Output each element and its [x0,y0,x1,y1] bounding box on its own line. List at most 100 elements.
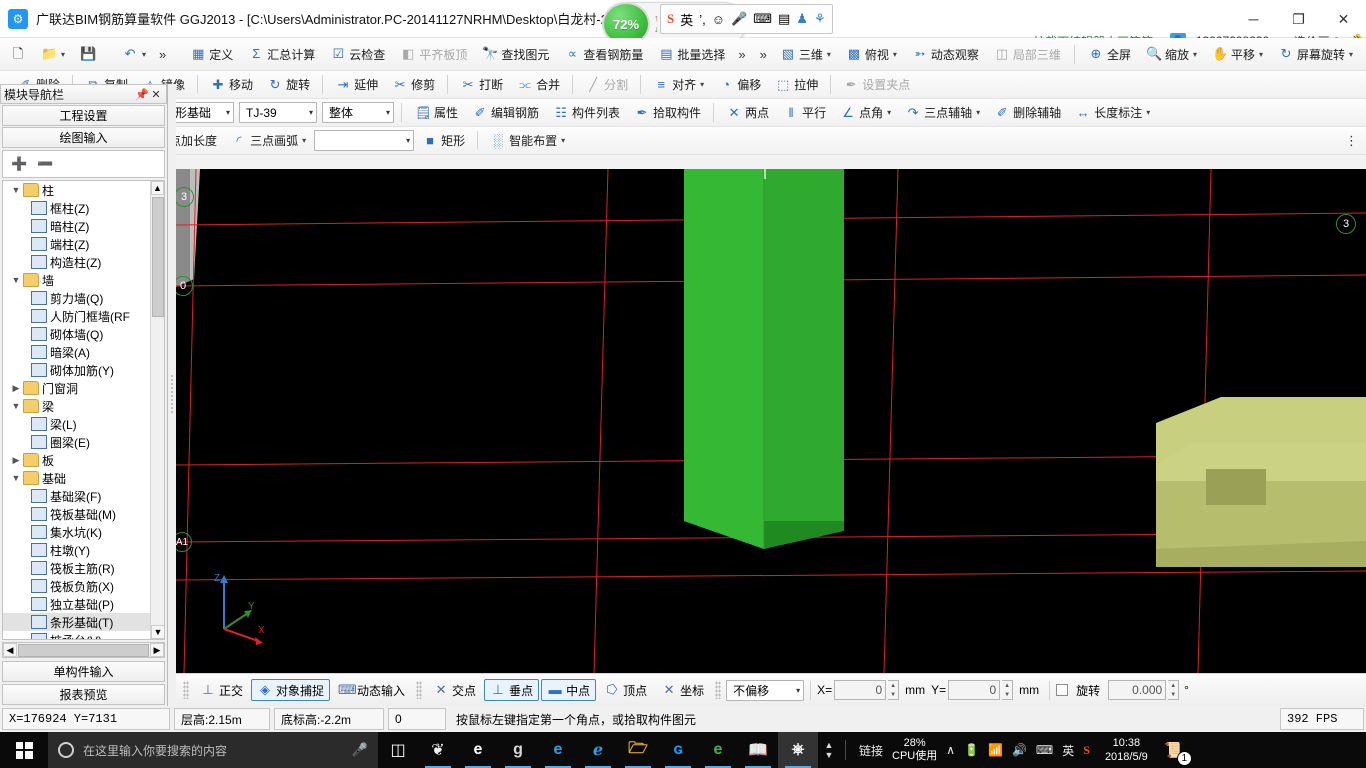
taskbar-icon-app1[interactable]: ❦ [418,732,458,768]
length-dimension-button[interactable]: ↔ 长度标注 ▾ [1069,101,1156,124]
link-label[interactable]: 链接 [859,742,883,759]
tree-group[interactable]: ▼ 墙 [3,271,150,289]
taskbar-icon-ggj[interactable]: ⎈ [778,732,818,768]
toolbar-overflow-mid[interactable]: » [734,47,749,62]
tree-item[interactable]: 构造柱(Z) [3,253,150,271]
component-select-chevron-down-icon[interactable]: ▾ [309,108,313,117]
undo-button[interactable]: ↶ ▾ [116,43,152,66]
hscroll-left-icon[interactable]: ◀ [3,643,17,657]
select-floor-button[interactable]: ☰选择楼层 [1362,43,1366,66]
extend-button[interactable]: ⇥ 延伸 [329,73,384,96]
chevron-down-icon[interactable]: ▼ [9,275,23,285]
y-input[interactable]: 0 [948,680,1001,700]
tree-item[interactable]: 条形基础(T) [3,613,150,631]
ime-keyboard-icon[interactable]: ⌨ [753,11,772,27]
project-settings-button[interactable]: 工程设置 [2,105,165,126]
delete-aux-axis-button[interactable]: ✐ 删除辅轴 [988,101,1067,124]
perpendicular-snap-button[interactable]: ⊥ 垂点 [484,679,540,701]
tree-item[interactable]: 圈梁(E) [3,433,150,451]
three-point-aux-axis-button[interactable]: ↷ 三点辅轴 ▾ [899,101,986,124]
define-button[interactable]: ▦ 定义 [184,43,239,66]
tree-horizontal-scrollbar[interactable]: ◀ ▶ [2,642,165,658]
chevron-right-icon[interactable]: ▶ [9,455,23,466]
fullscreen-button[interactable]: ⊕ 全屏 [1082,43,1137,66]
component-select[interactable]: TJ-39 ▾ [239,102,317,123]
ime-tool-icon[interactable]: ⚘ [814,11,826,27]
report-preview-button[interactable]: 报表预览 [2,684,165,705]
tray-keyboard-icon[interactable]: ⌨ [1036,743,1053,757]
properties-button[interactable]: 🗒 属性 [409,101,464,124]
tree-item[interactable]: 端柱(Z) [3,235,150,253]
tree-item[interactable]: 砌体加筋(Y) [3,361,150,379]
drawing-canvas[interactable]: 3 3 0 A1 Z Y X [176,169,1366,673]
tree-item[interactable]: 人防门框墙(RF [3,307,150,325]
tree-item[interactable]: 筏板负筋(X) [3,577,150,595]
start-button[interactable] [0,732,48,768]
parallel-button[interactable]: ‖ 平行 [777,101,832,124]
batch-select-button[interactable]: ▤ 批量选择 [652,43,731,66]
collapse-all-icon[interactable]: ➖ [37,156,53,172]
align-button[interactable]: ≡ 对齐 ▾ [647,73,710,96]
smart-layout-button[interactable]: ░ 智能布置 ▾ [484,129,571,152]
three-d-chevron-down-icon[interactable]: ▾ [827,50,831,59]
rotate-input[interactable]: 0.000 [1108,680,1167,700]
open-file-button[interactable]: 📁 ▾ [35,43,71,66]
taskbar-icon-edge[interactable]: e [538,732,578,768]
ime-card-icon[interactable]: ▤ [778,11,790,27]
tree-item[interactable]: 梁(L) [3,415,150,433]
tree-group[interactable]: ▶ 门窗洞 [3,379,150,397]
search-box[interactable]: 在这里输入你要搜索的内容 🎤 [48,732,378,768]
cloud-check-button[interactable]: ☑ 云检查 [324,43,391,66]
taskbar-icon-browser360[interactable]: ɢ [658,732,698,768]
chevron-down-icon[interactable]: ▼ [9,401,23,411]
stretch-button[interactable]: ⬚ 拉伸 [769,73,824,96]
taskbar-icon-edge-legacy[interactable]: e [458,732,498,768]
three-point-arc-button[interactable]: ◜ 三点画弧 ▾ [225,129,312,152]
three-point-aux-axis-chevron-down-icon[interactable]: ▾ [976,108,980,117]
align-chevron-down-icon[interactable]: ▾ [700,80,704,89]
tree-item[interactable]: 筏板基础(M) [3,505,150,523]
panel-close-icon[interactable]: ✕ [149,88,163,101]
sogou-logo-icon[interactable]: S [667,11,674,27]
top-view-button[interactable]: ▩ 俯视 ▾ [840,43,903,66]
three-point-arc-chevron-down-icon[interactable]: ▾ [302,136,306,145]
tree-vertical-scrollbar[interactable]: ▲ ▼ [150,181,164,639]
tree-item[interactable]: 基础梁(F) [3,487,150,505]
rotate-checkbox[interactable] [1056,684,1069,696]
axis-bubble-3-right[interactable]: 3 [1336,214,1356,234]
tree-item[interactable]: 暗梁(A) [3,343,150,361]
zoom-chevron-down-icon[interactable]: ▾ [1193,50,1197,59]
clock-widget[interactable]: 10:38 2018/5/9 [1099,736,1154,764]
ime-punct-icon[interactable]: ’, [699,12,706,27]
find-element-button[interactable]: 🔭 查找图元 [476,43,555,66]
scroll-up-icon[interactable]: ▲ [151,181,164,195]
component-tree[interactable]: ▼ 柱框柱(Z) 暗柱(Z) 端柱(Z) 构造柱(Z) ▼ 墙剪力墙(Q) 人防门框墙(RF 砌… [2,180,165,640]
set-grips-button[interactable]: ✒ 设置夹点 [837,73,916,96]
tree-item[interactable]: 暗柱(Z) [3,217,150,235]
trim-button[interactable]: ✂ 修剪 [386,73,441,96]
cpu-usage-widget[interactable]: 28% CPU使用 [892,737,937,763]
tray-ime-icon[interactable]: 英 [1062,742,1074,759]
ortho-button[interactable]: ⊥ 正交 [194,679,249,701]
taskbar-icon-app3[interactable]: ɡ [498,732,538,768]
search-input[interactable]: 在这里输入你要搜索的内容 [83,742,343,759]
draw-mode-select[interactable]: ▾ [314,130,415,151]
tree-group[interactable]: ▼ 基础 [3,469,150,487]
task-view-button[interactable]: ◫ [378,732,418,768]
tree-item[interactable]: 桩承台(V) [3,631,150,639]
pick-component-button[interactable]: ✒ 拾取构件 [628,101,707,124]
mode-select[interactable]: 整体 ▾ [322,102,394,123]
intersection-snap-button[interactable]: ✕ 交点 [427,679,482,701]
tree-item[interactable]: 筏板主筋(R) [3,559,150,577]
rotate-button[interactable]: ↻ 旋转 [261,73,316,96]
hscroll-right-icon[interactable]: ▶ [150,643,164,657]
break-button[interactable]: ✂ 打断 [454,73,509,96]
chevron-down-icon[interactable]: ▼ [9,473,23,483]
align-slab-top-button[interactable]: ◧ 平齐板顶 [394,43,473,66]
screen-rotate-chevron-down-icon[interactable]: ▾ [1349,50,1353,59]
tree-item[interactable]: 剪力墙(Q) [3,289,150,307]
ime-mic-icon[interactable]: 🎤 [731,11,747,27]
mode-select-chevron-down-icon[interactable]: ▾ [386,108,390,117]
tray-battery-icon[interactable]: 🔋 [964,743,979,757]
merge-button[interactable]: ⫗ 合并 [511,73,566,96]
